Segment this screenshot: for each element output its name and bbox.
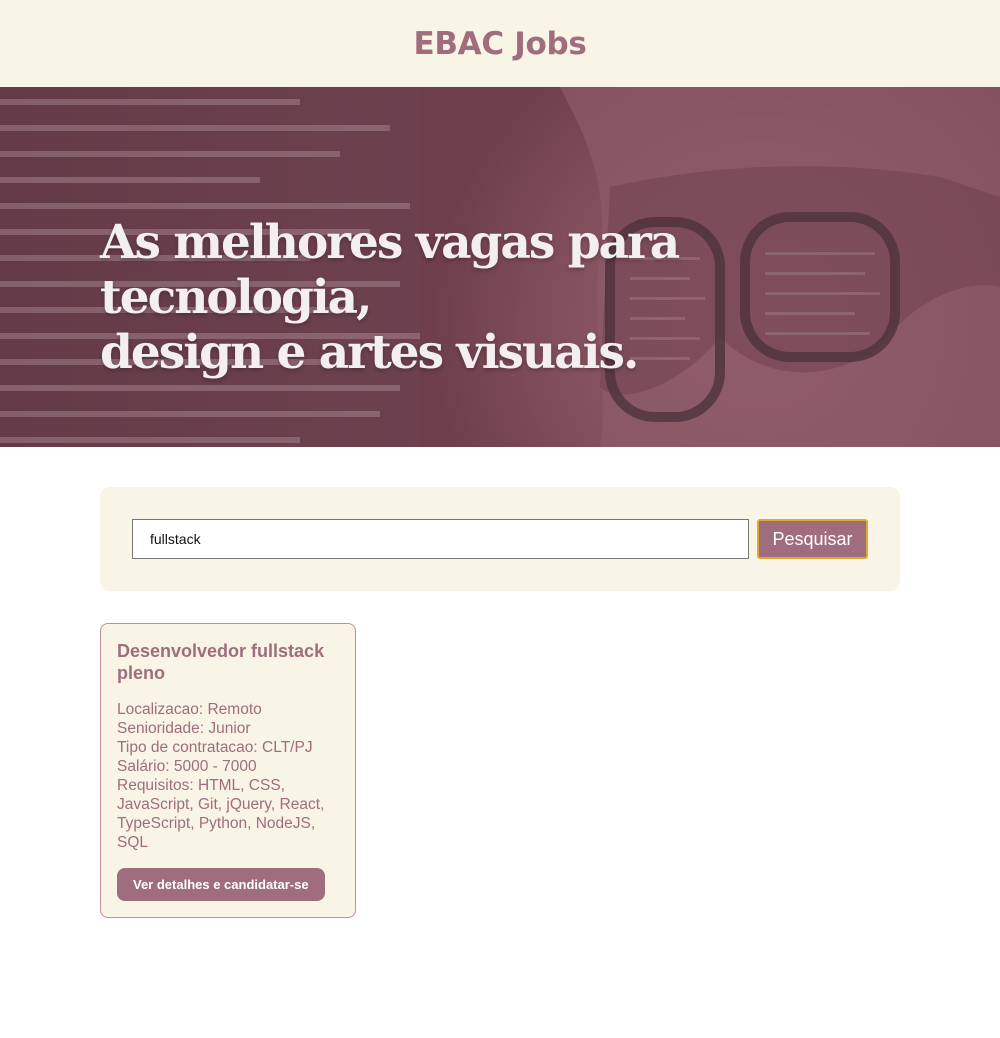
apply-button[interactable]: Ver detalhes e candidatar-se (117, 868, 325, 901)
job-card: Desenvolvedor fullstack pleno Localizaca… (100, 623, 356, 918)
hero-headline-line-1: As melhores vagas para tecnologia, (100, 215, 680, 325)
job-salary: Salário: 5000 - 7000 (117, 758, 257, 775)
job-title: Desenvolvedor fullstack pleno (117, 641, 325, 683)
site-title: EBAC Jobs (413, 25, 587, 62)
search-button[interactable]: Pesquisar (757, 519, 868, 559)
job-requirements: Requisitos: HTML, CSS, JavaScript, Git, … (117, 777, 325, 851)
hero-banner: As melhores vagas para tecnologia, desig… (0, 87, 1000, 447)
job-contract-type: Tipo de contratacao: CLT/PJ (117, 739, 313, 756)
job-seniority: Senioridade: Junior (117, 720, 251, 737)
search-input[interactable] (132, 519, 749, 559)
job-location: Localizacao: Remoto (117, 701, 262, 718)
hero-headline-line-2: design e artes visuais. (100, 325, 639, 380)
hero-headline: As melhores vagas para tecnologia, desig… (100, 215, 900, 380)
site-header: EBAC Jobs (0, 0, 1000, 87)
search-form: Pesquisar (100, 487, 900, 591)
